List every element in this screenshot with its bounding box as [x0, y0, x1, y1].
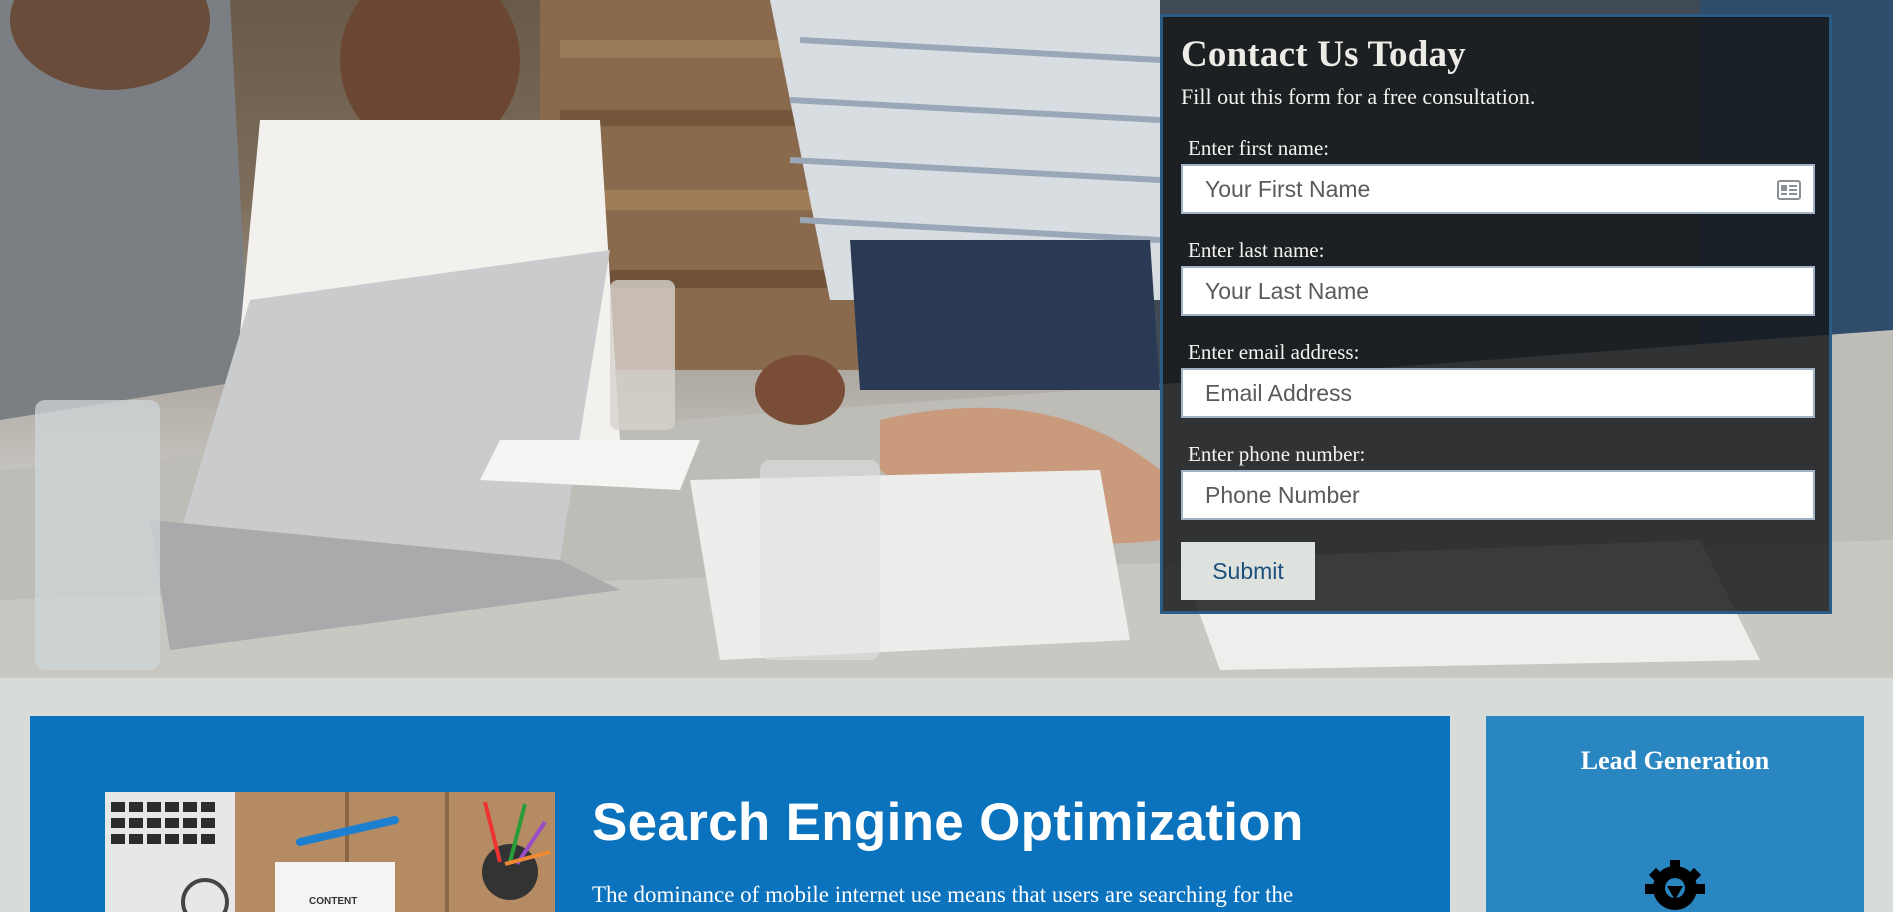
first-name-label: Enter first name: — [1188, 136, 1330, 160]
contact-card-icon — [1777, 180, 1801, 200]
first-name-input[interactable] — [1183, 166, 1813, 212]
email-input[interactable] — [1183, 370, 1813, 416]
seo-title: Search Engine Optimization — [592, 793, 1304, 852]
phone-input[interactable] — [1183, 472, 1813, 518]
contact-subtitle: Fill out this form for a free consultati… — [1181, 84, 1536, 109]
seo-description: The dominance of mobile internet use mea… — [592, 882, 1294, 907]
contact-form: Contact Us Today Fill out this form for … — [1160, 14, 1832, 614]
contact-title: Contact Us Today — [1181, 34, 1466, 75]
last-name-field-wrapper — [1181, 266, 1815, 316]
seo-thumbnail-image: CONTENT — [105, 792, 555, 912]
email-label: Enter email address: — [1188, 340, 1360, 364]
first-name-field-wrapper — [1181, 164, 1815, 214]
phone-field-wrapper — [1181, 470, 1815, 520]
phone-label: Enter phone number: — [1188, 442, 1366, 466]
submit-button[interactable]: Submit — [1181, 542, 1315, 600]
lead-title: Lead Generation — [1580, 746, 1770, 775]
last-name-input[interactable] — [1183, 268, 1813, 314]
gear-download-icon — [1645, 860, 1705, 910]
hero-banner: Contact Us Today Fill out this form for … — [0, 0, 1893, 678]
lead-generation-card: Lead Generation — [1486, 716, 1864, 912]
seo-service-card: CONTENT Search Engine Optimization The d… — [30, 716, 1450, 912]
last-name-label: Enter last name: — [1188, 238, 1325, 262]
thumb-caption: CONTENT — [309, 896, 357, 907]
email-field-wrapper — [1181, 368, 1815, 418]
